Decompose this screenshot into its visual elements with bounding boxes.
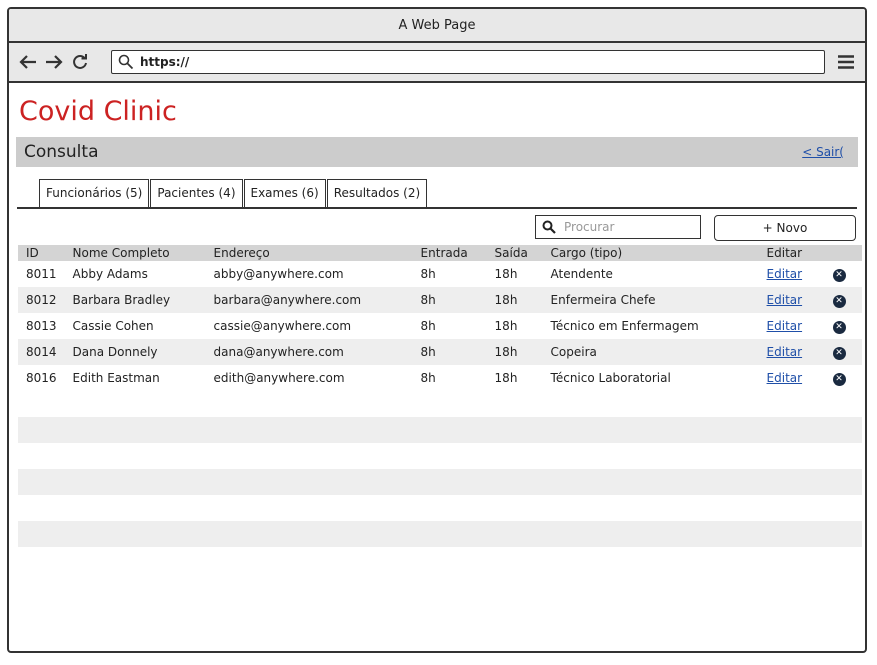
column-header-id: ID bbox=[18, 245, 65, 261]
tab-resultados[interactable]: Resultados (2) bbox=[326, 179, 428, 207]
cell-name: Edith Eastman bbox=[64, 365, 206, 391]
cell-id: 8012 bbox=[18, 287, 65, 313]
cell-saida: 18h bbox=[486, 313, 543, 339]
cell-name: Barbara Bradley bbox=[64, 287, 206, 313]
tab-pacientes[interactable]: Pacientes (4) bbox=[150, 179, 243, 207]
table-header-row: ID Nome Completo Endereço Entrada Saída … bbox=[18, 245, 862, 261]
window-title: A Web Page bbox=[398, 17, 476, 33]
cell-id: 8016 bbox=[18, 365, 65, 391]
edit-link[interactable]: Editar bbox=[767, 293, 803, 307]
empty-row bbox=[18, 495, 862, 521]
search-placeholder: Procurar bbox=[564, 220, 615, 234]
cell-cargo: Enfermeira Chefe bbox=[542, 287, 759, 313]
cell-id: 8011 bbox=[18, 261, 65, 287]
edit-link[interactable]: Editar bbox=[767, 319, 803, 333]
edit-link[interactable]: Editar bbox=[767, 371, 803, 385]
cell-cargo: Técnico Laboratorial bbox=[542, 365, 759, 391]
address-bar[interactable]: https:// bbox=[111, 50, 825, 74]
tab-bar: Funcionários (5) Pacientes (4) Exames (6… bbox=[17, 179, 857, 209]
tab-funcionarios[interactable]: Funcionários (5) bbox=[39, 179, 150, 207]
delete-icon[interactable]: ✕ bbox=[832, 347, 846, 360]
delete-icon[interactable]: ✕ bbox=[832, 269, 846, 282]
employees-table: ID Nome Completo Endereço Entrada Saída … bbox=[18, 245, 862, 391]
cell-email: edith@anywhere.com bbox=[205, 365, 413, 391]
cell-id: 8013 bbox=[18, 313, 65, 339]
page-title: Consulta bbox=[24, 142, 99, 162]
page-content: Covid Clinic Consulta < Sair( Funcionári… bbox=[9, 95, 865, 547]
table-row: 8012 Barbara Bradley barbara@anywhere.co… bbox=[18, 287, 862, 313]
page-header: Consulta < Sair( bbox=[16, 137, 858, 167]
forward-arrow-icon[interactable] bbox=[43, 51, 65, 73]
column-header-saida: Saída bbox=[486, 245, 543, 261]
window-titlebar: A Web Page bbox=[9, 9, 865, 43]
cell-entrada: 8h bbox=[412, 287, 487, 313]
cell-saida: 18h bbox=[486, 339, 543, 365]
cell-saida: 18h bbox=[486, 261, 543, 287]
table-row: 8011 Abby Adams abby@anywhere.com 8h 18h… bbox=[18, 261, 862, 287]
column-header-entrada: Entrada bbox=[412, 245, 487, 261]
table-row: 8014 Dana Donnely dana@anywhere.com 8h 1… bbox=[18, 339, 862, 365]
url-text: https:// bbox=[140, 55, 190, 69]
delete-icon[interactable]: ✕ bbox=[832, 321, 846, 334]
cell-cargo: Técnico em Enfermagem bbox=[542, 313, 759, 339]
search-icon bbox=[542, 220, 556, 234]
search-input[interactable]: Procurar bbox=[535, 215, 701, 239]
hamburger-menu-icon[interactable] bbox=[835, 51, 857, 73]
search-icon bbox=[118, 54, 134, 70]
logout-link[interactable]: < Sair( bbox=[802, 145, 844, 159]
empty-row bbox=[18, 443, 862, 469]
cell-email: cassie@anywhere.com bbox=[205, 313, 413, 339]
column-header-address: Endereço bbox=[205, 245, 413, 261]
table-row: 8013 Cassie Cohen cassie@anywhere.com 8h… bbox=[18, 313, 862, 339]
cell-saida: 18h bbox=[486, 365, 543, 391]
cell-name: Cassie Cohen bbox=[64, 313, 206, 339]
column-header-delete bbox=[824, 245, 862, 261]
cell-email: dana@anywhere.com bbox=[205, 339, 413, 365]
cell-entrada: 8h bbox=[412, 261, 487, 287]
empty-table-rows bbox=[18, 391, 862, 547]
cell-cargo: Atendente bbox=[542, 261, 759, 287]
empty-row bbox=[18, 521, 862, 547]
column-header-name: Nome Completo bbox=[64, 245, 206, 261]
cell-name: Abby Adams bbox=[64, 261, 206, 287]
cell-cargo: Copeira bbox=[542, 339, 759, 365]
cell-name: Dana Donnely bbox=[64, 339, 206, 365]
browser-toolbar: https:// bbox=[9, 43, 865, 83]
browser-window: A Web Page https:// Covid Clinic Consult… bbox=[7, 7, 867, 653]
reload-icon[interactable] bbox=[69, 51, 91, 73]
back-arrow-icon[interactable] bbox=[17, 51, 39, 73]
action-bar: Procurar + Novo bbox=[16, 215, 856, 241]
edit-link[interactable]: Editar bbox=[767, 267, 803, 281]
cell-id: 8014 bbox=[18, 339, 65, 365]
cell-saida: 18h bbox=[486, 287, 543, 313]
column-header-edit: Editar bbox=[758, 245, 825, 261]
tab-exames[interactable]: Exames (6) bbox=[243, 179, 326, 207]
cell-email: barbara@anywhere.com bbox=[205, 287, 413, 313]
empty-row bbox=[18, 417, 862, 443]
empty-row bbox=[18, 469, 862, 495]
cell-entrada: 8h bbox=[412, 365, 487, 391]
cell-email: abby@anywhere.com bbox=[205, 261, 413, 287]
delete-icon[interactable]: ✕ bbox=[832, 295, 846, 308]
table-row: 8016 Edith Eastman edith@anywhere.com 8h… bbox=[18, 365, 862, 391]
column-header-cargo: Cargo (tipo) bbox=[542, 245, 759, 261]
new-button[interactable]: + Novo bbox=[714, 215, 856, 241]
cell-entrada: 8h bbox=[412, 313, 487, 339]
delete-icon[interactable]: ✕ bbox=[832, 373, 846, 386]
edit-link[interactable]: Editar bbox=[767, 345, 803, 359]
brand-title: Covid Clinic bbox=[19, 96, 177, 127]
empty-row bbox=[18, 391, 862, 417]
cell-entrada: 8h bbox=[412, 339, 487, 365]
